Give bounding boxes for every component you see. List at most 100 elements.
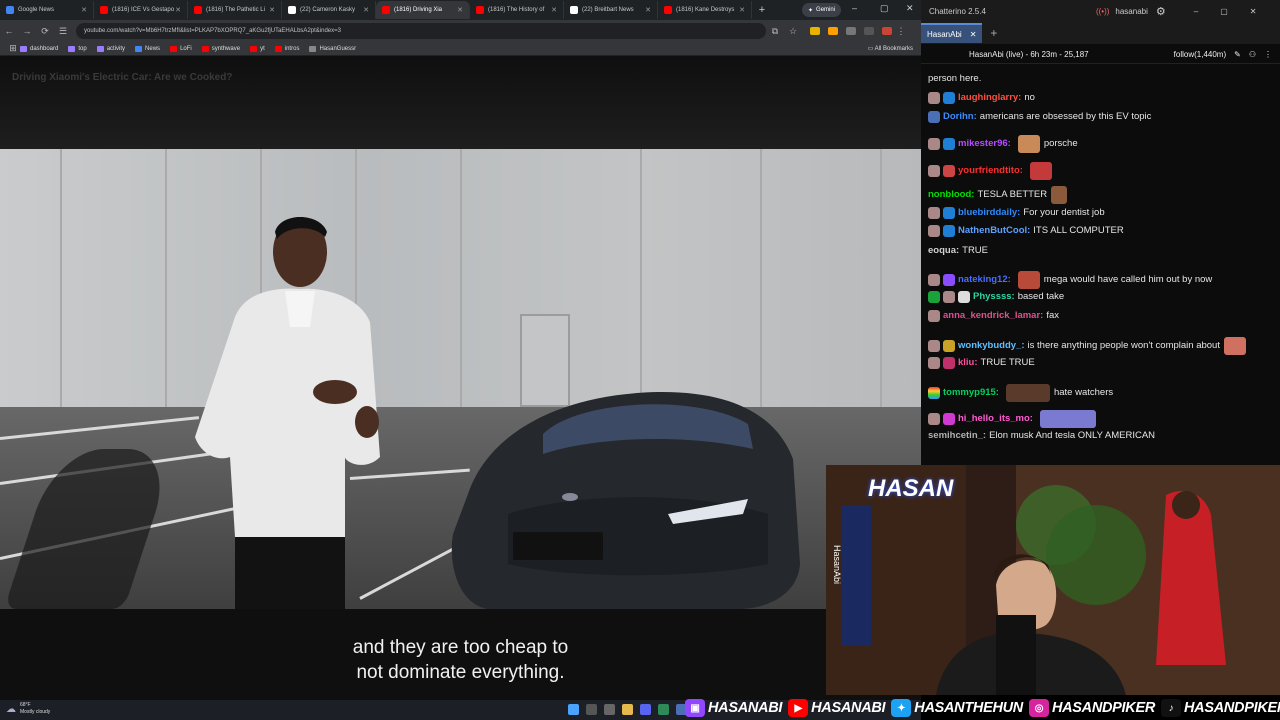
chat-message: semihcetin_: Elon musk And tesla ONLY AME… <box>928 430 1156 442</box>
chrome-icon[interactable] <box>658 704 669 715</box>
forward-icon[interactable]: → <box>18 26 36 36</box>
chat-username[interactable]: yourfriendtito: <box>958 165 1023 177</box>
avatar-badge-icon <box>928 207 940 219</box>
extension-icon[interactable] <box>882 27 892 35</box>
menu-dots-icon[interactable]: ⋮ <box>892 26 910 37</box>
minimize-icon[interactable]: – <box>852 3 857 13</box>
settings-gear-icon[interactable]: ⚙ <box>1156 5 1166 18</box>
video-title[interactable]: Driving Xiaomi's Electric Car: Are we Co… <box>12 72 232 83</box>
add-tab-icon[interactable]: + <box>990 26 997 40</box>
chat-username[interactable]: mikester96: <box>958 138 1011 150</box>
chat-username[interactable]: kliu: <box>958 357 978 369</box>
chat-username[interactable]: bluebirddaily: <box>958 207 1020 219</box>
youtube-icon <box>476 6 484 14</box>
bookmark-item[interactable]: intros <box>274 45 299 52</box>
gemini-button[interactable]: ✦ Gemini <box>802 3 842 17</box>
chat-username[interactable]: nateking12: <box>958 274 1011 286</box>
browser-window: Google News ✕ (1816) ICE Vs Gestapo ✕ (181… <box>0 0 921 700</box>
all-bookmarks-button[interactable]: ▭ All Bookmarks <box>868 45 913 52</box>
apps-grid-icon[interactable]: ⊞ <box>6 43 20 54</box>
live-icon: ((•)) <box>1095 6 1110 16</box>
bookmark-item[interactable]: yt <box>250 45 265 52</box>
sub-badge-icon <box>943 138 955 150</box>
file-explorer-icon[interactable] <box>622 704 633 715</box>
sparkle-icon: ✦ <box>808 7 814 14</box>
address-bar: ← → ⟳ ☰ youtube.com/watch?v=Mb6H7trzMfI&… <box>0 20 921 42</box>
video-frame[interactable] <box>0 149 921 609</box>
extension-icon[interactable] <box>846 27 856 35</box>
windows-start-icon[interactable] <box>568 704 579 715</box>
social-handle: ◎ HASANDPIKER <box>1028 699 1155 717</box>
tab-youtube[interactable]: (1816) The Pathetic Li ✕ <box>188 1 282 19</box>
extension-icon[interactable] <box>864 27 874 35</box>
new-tab-button[interactable]: + <box>752 4 772 16</box>
bookmark-item[interactable]: News <box>135 45 160 52</box>
close-window-icon[interactable]: ✕ <box>1250 7 1257 16</box>
url-input[interactable]: youtube.com/watch?v=Mb6H7trzMfI&list=PLK… <box>76 23 766 39</box>
weather-widget[interactable]: ☁ 68°F Mostly cloudy <box>6 702 50 716</box>
tab-x[interactable]: (22) Breitbart News ✕ <box>564 1 658 19</box>
bookmark-item[interactable]: activity <box>96 45 125 52</box>
reload-icon[interactable]: ⟳ <box>36 26 54 37</box>
close-window-icon[interactable]: ✕ <box>906 3 914 14</box>
close-tab-icon[interactable]: ✕ <box>739 6 745 14</box>
avatar-badge-icon <box>928 165 940 177</box>
chat-username[interactable]: Dorihn: <box>943 111 977 123</box>
close-tab-icon[interactable]: ✕ <box>363 6 369 14</box>
chat-username[interactable]: NathenButCool: <box>958 225 1030 237</box>
back-icon[interactable]: ← <box>0 26 18 36</box>
search-icon[interactable] <box>586 704 597 715</box>
install-app-icon[interactable]: ⧉ <box>766 26 784 37</box>
discord-icon[interactable] <box>640 704 651 715</box>
close-tab-icon[interactable]: ✕ <box>175 6 181 14</box>
car-image <box>451 391 800 609</box>
close-tab-icon[interactable]: ✕ <box>645 6 651 14</box>
avatar-badge-icon <box>928 138 940 150</box>
bookmark-item[interactable]: top <box>68 45 87 52</box>
bookmark-item[interactable]: HasanGuessr <box>309 45 356 52</box>
tab-youtube-active[interactable]: (1816) Driving Xia ✕ <box>376 1 470 19</box>
tab-hasanabi[interactable]: HasanAbi ✕ <box>921 23 983 43</box>
bookmark-item[interactable]: synthwave <box>201 45 240 52</box>
chat-username[interactable]: hi_hello_its_mo: <box>958 413 1033 425</box>
chat-username[interactable]: Physsss: <box>973 291 1015 303</box>
chat-username[interactable]: eoqua: <box>928 245 959 257</box>
chat-message: anna_kendrick_lamar: fax <box>928 310 1273 322</box>
bookmark-star-icon[interactable]: ☆ <box>784 26 802 37</box>
tab-x[interactable]: (22) Cameron Kasky ✕ <box>282 1 376 19</box>
bookmark-item[interactable]: dashboard <box>20 45 58 52</box>
tab-google-news[interactable]: Google News ✕ <box>0 1 94 19</box>
chat-username[interactable]: tommyp915: <box>943 387 999 399</box>
site-info-icon[interactable]: ☰ <box>54 26 72 37</box>
chatterino-tabs: HasanAbi ✕ + <box>921 22 1280 44</box>
users-icon[interactable]: ⚇ <box>1249 50 1256 59</box>
close-tab-icon[interactable]: ✕ <box>457 6 463 14</box>
close-tab-icon[interactable]: ✕ <box>81 6 87 14</box>
maximize-icon[interactable]: ▢ <box>880 3 889 14</box>
follow-mode-button[interactable]: follow(1,440m) <box>1174 50 1226 59</box>
minimize-icon[interactable]: – <box>1194 7 1198 16</box>
task-view-icon[interactable] <box>604 704 615 715</box>
chat-username[interactable]: anna_kendrick_lamar: <box>943 310 1043 322</box>
close-tab-icon[interactable]: ✕ <box>269 6 275 14</box>
tab-youtube[interactable]: (1816) ICE Vs Gestapo ✕ <box>94 1 188 19</box>
chat-username[interactable]: semihcetin_: <box>928 430 986 442</box>
close-tab-icon[interactable]: ✕ <box>970 30 977 39</box>
chat-username[interactable]: nonblood: <box>928 189 974 201</box>
extension-icon[interactable] <box>828 27 838 35</box>
menu-dots-icon[interactable]: ⋮ <box>1264 50 1272 59</box>
tab-youtube[interactable]: (1816) The History of ✕ <box>470 1 564 19</box>
sub-badge-icon <box>943 92 955 104</box>
maximize-icon[interactable]: ▢ <box>1220 7 1228 16</box>
emote-icon <box>1017 135 1040 153</box>
social-handle: ▣ HASANABI <box>685 699 782 717</box>
bookmark-item[interactable]: LoFi <box>170 45 192 52</box>
video-player[interactable]: Driving Xiaomi's Electric Car: Are we Co… <box>0 57 921 700</box>
chat-username[interactable]: laughinglarry: <box>958 92 1021 104</box>
tab-youtube[interactable]: (1816) Kane Destroys ✕ <box>658 1 752 19</box>
avatar-badge-icon <box>928 357 940 369</box>
pencil-icon[interactable]: ✎ <box>1234 50 1241 59</box>
extension-icon[interactable] <box>810 27 820 35</box>
close-tab-icon[interactable]: ✕ <box>551 6 557 14</box>
chat-username[interactable]: wonkybuddy_: <box>958 340 1025 352</box>
